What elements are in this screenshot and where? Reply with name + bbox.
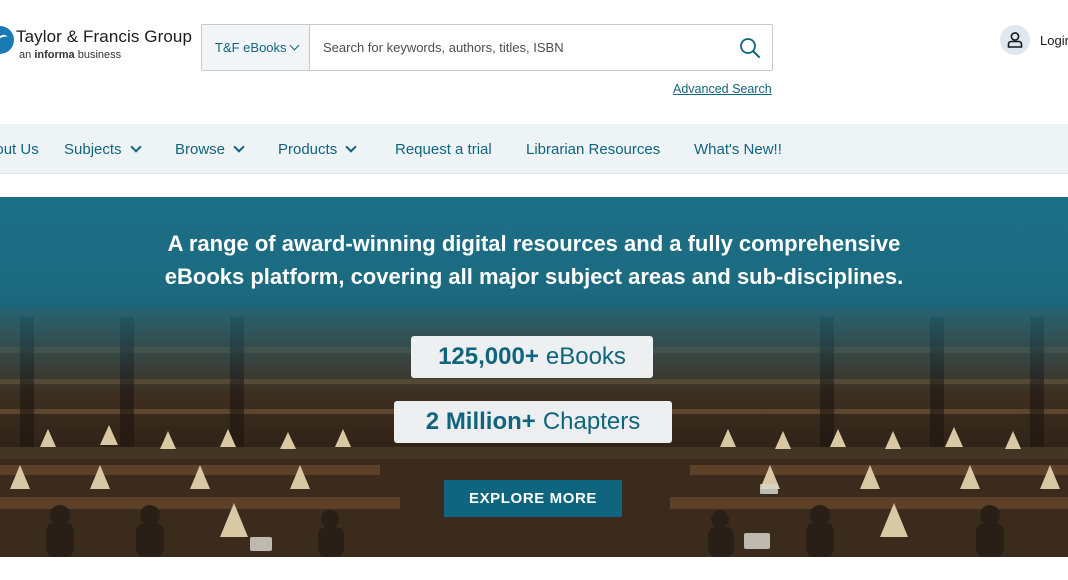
stat-number: 125,000+ xyxy=(438,343,539,370)
user-icon xyxy=(1000,25,1030,55)
site-header: Taylor & Francis Group an informa busine… xyxy=(0,0,1068,120)
nav-item-about-us[interactable]: About Us xyxy=(0,124,39,174)
main-nav: About Us Subjects Browse Products Reques… xyxy=(0,124,1068,174)
search-bar: T&F eBooks xyxy=(201,24,773,71)
nav-item-subjects[interactable]: Subjects xyxy=(64,124,142,174)
stat-badge-ebooks: 125,000+ eBooks xyxy=(411,336,653,378)
nav-item-whats-new[interactable]: What's New!! xyxy=(694,124,782,174)
login-label: Login xyxy=(1040,32,1068,48)
tagline-prefix: an xyxy=(19,49,32,61)
explore-more-button[interactable]: EXPLORE MORE xyxy=(444,480,622,517)
chevron-down-icon xyxy=(233,140,245,153)
hero-headline-line2: eBooks platform, covering all major subj… xyxy=(164,264,904,289)
nav-item-librarian-resources[interactable]: Librarian Resources xyxy=(526,124,660,174)
nav-item-products[interactable]: Products xyxy=(278,124,357,174)
search-input[interactable] xyxy=(312,25,722,70)
stat-badge-chapters: 2 Million+ Chapters xyxy=(394,401,672,443)
login-button[interactable]: Login xyxy=(1000,24,1068,56)
nav-label: Products xyxy=(278,140,338,158)
nav-label: Librarian Resources xyxy=(526,140,661,158)
stat-number: 2 Million+ xyxy=(425,408,536,435)
nav-label: Subjects xyxy=(64,140,122,158)
nav-label: Browse xyxy=(175,140,226,158)
hero-banner: A range of award-winning digital resourc… xyxy=(0,197,1068,557)
hero-headline-line1: A range of award-winning digital resourc… xyxy=(167,231,901,256)
advanced-search-link[interactable]: Advanced Search xyxy=(673,82,772,96)
search-scope-dropdown[interactable]: T&F eBooks xyxy=(202,25,310,70)
brand-tagline: an informa business xyxy=(19,49,121,61)
stat-label: Chapters xyxy=(542,408,641,435)
chevron-down-icon xyxy=(345,140,357,153)
stat-label: eBooks xyxy=(545,343,626,370)
nav-label: About Us xyxy=(0,140,39,158)
brand-title[interactable]: Taylor & Francis Group xyxy=(16,27,192,47)
chevron-down-icon xyxy=(289,40,299,51)
nav-label: Request a trial xyxy=(395,140,492,158)
nav-label: What's New!! xyxy=(694,140,782,158)
hero-headline: A range of award-winning digital resourc… xyxy=(60,227,1008,293)
nav-item-request-trial[interactable]: Request a trial xyxy=(395,124,492,174)
nav-item-browse[interactable]: Browse xyxy=(175,124,245,174)
search-icon[interactable] xyxy=(736,34,764,62)
chevron-down-icon xyxy=(129,140,142,153)
tagline-suffix: business xyxy=(77,49,122,61)
search-scope-label: T&F eBooks xyxy=(215,40,287,55)
tagline-informa: informa xyxy=(34,49,75,61)
tf-logo-icon[interactable] xyxy=(0,26,14,54)
